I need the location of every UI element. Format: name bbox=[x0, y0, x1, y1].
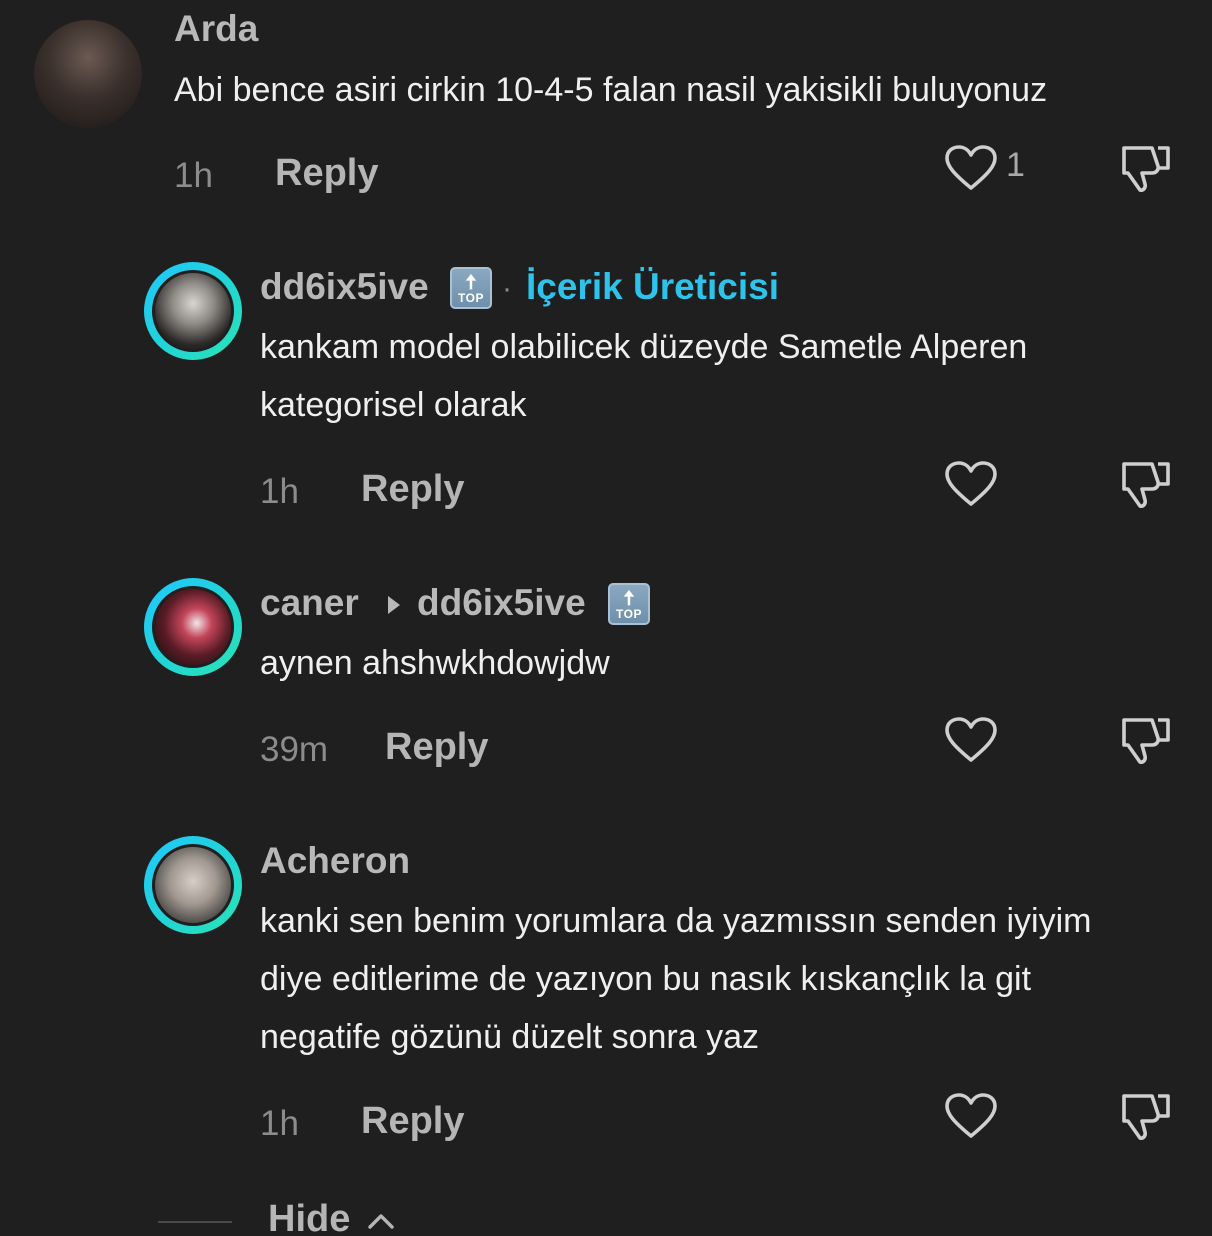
top-badge-text: TOP bbox=[458, 291, 484, 305]
comment-username[interactable]: Arda bbox=[174, 8, 258, 50]
dislike-icon[interactable] bbox=[1118, 714, 1174, 766]
dislike-icon[interactable] bbox=[1118, 458, 1174, 510]
reply-button[interactable]: Reply bbox=[275, 152, 378, 195]
top-badge-icon: 🠅 TOP bbox=[608, 583, 650, 625]
avatar[interactable] bbox=[144, 836, 242, 934]
comment-text: Abi bence asiri cirkin 10-4-5 falan nasi… bbox=[174, 71, 1048, 109]
creator-badge: İçerik Üreticisi bbox=[526, 266, 779, 307]
comment-username[interactable]: dd6ix5ive bbox=[260, 266, 429, 308]
comment-text: aynen ahshwkhdowjdw bbox=[260, 644, 610, 682]
chevron-up-icon[interactable] bbox=[367, 1212, 395, 1230]
reply-to-arrow-icon bbox=[388, 596, 400, 614]
hide-replies-button[interactable]: Hide bbox=[268, 1198, 350, 1236]
comment-text: kanki sen benim yorumlara da yazmıssın s… bbox=[260, 902, 1092, 1056]
heart-icon[interactable] bbox=[944, 1092, 998, 1140]
top-badge-text: TOP bbox=[616, 607, 642, 621]
heart-icon[interactable] bbox=[944, 144, 998, 192]
heart-icon[interactable] bbox=[944, 460, 998, 508]
comment-time: 1h bbox=[174, 156, 213, 195]
dislike-icon[interactable] bbox=[1118, 1090, 1174, 1142]
comment-username[interactable]: caner bbox=[260, 582, 359, 624]
avatar[interactable] bbox=[144, 262, 242, 360]
reply-button[interactable]: Reply bbox=[385, 726, 488, 769]
avatar[interactable] bbox=[34, 20, 142, 128]
reply-button[interactable]: Reply bbox=[361, 1100, 464, 1143]
reply-to-username[interactable]: dd6ix5ive bbox=[417, 582, 586, 624]
comment-username[interactable]: Acheron bbox=[260, 840, 410, 882]
top-badge-icon: 🠅 TOP bbox=[450, 267, 492, 309]
comment-thread: Arda Abi bence asiri cirkin 10-4-5 falan… bbox=[0, 0, 1212, 1236]
hide-divider bbox=[158, 1221, 232, 1223]
comment-text: kankam model olabilicek düzeyde Sametle … bbox=[260, 328, 1028, 424]
top-arrow: 🠅 bbox=[465, 272, 477, 294]
avatar-photo bbox=[155, 589, 231, 665]
top-arrow: 🠅 bbox=[623, 588, 635, 610]
comment-time: 1h bbox=[260, 1104, 299, 1143]
like-count: 1 bbox=[1006, 146, 1025, 184]
avatar-photo bbox=[155, 847, 231, 923]
reply-button[interactable]: Reply bbox=[361, 468, 464, 511]
avatar-photo bbox=[155, 273, 231, 349]
comment-time: 1h bbox=[260, 472, 299, 511]
avatar[interactable] bbox=[144, 578, 242, 676]
comment-time: 39m bbox=[260, 730, 329, 769]
separator-dot: · bbox=[502, 272, 512, 305]
dislike-icon[interactable] bbox=[1118, 142, 1174, 194]
heart-icon[interactable] bbox=[944, 716, 998, 764]
